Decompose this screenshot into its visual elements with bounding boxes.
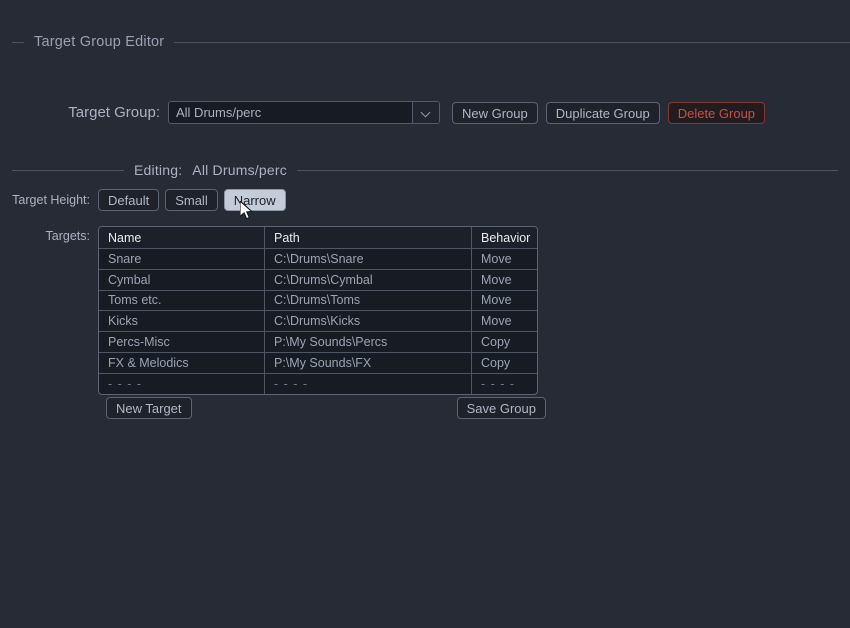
targets-label: Targets: — [0, 226, 98, 243]
cell-name[interactable]: Cymbal — [99, 270, 265, 290]
new-group-button[interactable]: New Group — [452, 102, 538, 124]
editing-rule-right — [297, 170, 838, 171]
target-group-selected-value: All Drums/perc — [169, 102, 412, 123]
cell-name[interactable]: Percs-Misc — [99, 332, 265, 352]
editing-label: Editing: — [134, 162, 182, 178]
group-action-buttons: New Group Duplicate Group Delete Group — [452, 102, 765, 124]
table-row[interactable]: Toms etc. C:\Drums\Toms Move — [99, 291, 537, 312]
target-height-button-group: Default Small Narrow — [98, 189, 286, 211]
table-row[interactable]: Cymbal C:\Drums\Cymbal Move — [99, 270, 537, 291]
column-header-name: Name — [99, 227, 265, 248]
cell-behavior[interactable]: Move — [472, 249, 537, 269]
editing-group-name: All Drums/perc — [192, 162, 287, 178]
duplicate-group-button[interactable]: Duplicate Group — [546, 102, 660, 124]
cell-name[interactable]: Snare — [99, 249, 265, 269]
column-header-path: Path — [265, 227, 472, 248]
table-row[interactable]: FX & Melodics P:\My Sounds\FX Copy — [99, 353, 537, 374]
editing-rule-left — [12, 170, 124, 171]
cell-path[interactable]: - - - - — [265, 374, 472, 394]
target-height-label: Target Height: — [0, 193, 98, 207]
cell-path[interactable]: C:\Drums\Cymbal — [265, 270, 472, 290]
cell-name[interactable]: Kicks — [99, 311, 265, 331]
target-height-small-button[interactable]: Small — [165, 189, 218, 211]
cell-behavior[interactable]: Move — [472, 270, 537, 290]
page-title: Target Group Editor — [34, 34, 164, 50]
section-header-target-group-editor: Target Group Editor — [0, 34, 850, 50]
cell-behavior[interactable]: Copy — [472, 332, 537, 352]
cell-behavior[interactable]: - - - - — [472, 374, 537, 394]
targets-table: Name Path Behavior Snare C:\Drums\Snare … — [98, 226, 538, 395]
target-height-row: Target Height: Default Small Narrow — [0, 189, 286, 211]
target-group-row: Target Group: All Drums/perc — [0, 101, 440, 124]
delete-group-button[interactable]: Delete Group — [668, 102, 765, 124]
table-header-row: Name Path Behavior — [99, 227, 537, 249]
header-rule-left — [12, 42, 24, 43]
cell-path[interactable]: P:\My Sounds\Percs — [265, 332, 472, 352]
save-group-button[interactable]: Save Group — [457, 397, 546, 419]
cell-name[interactable]: FX & Melodics — [99, 353, 265, 373]
table-row[interactable]: Snare C:\Drums\Snare Move — [99, 249, 537, 270]
target-height-default-button[interactable]: Default — [98, 189, 159, 211]
cell-path[interactable]: C:\Drums\Kicks — [265, 311, 472, 331]
cell-name[interactable]: Toms etc. — [99, 291, 265, 311]
table-row[interactable]: Kicks C:\Drums\Kicks Move — [99, 311, 537, 332]
footer-buttons: New Target Save Group — [106, 397, 546, 419]
targets-row: Targets: Name Path Behavior Snare C:\Dru… — [0, 226, 538, 395]
cell-behavior[interactable]: Move — [472, 291, 537, 311]
cell-path[interactable]: P:\My Sounds\FX — [265, 353, 472, 373]
cell-name[interactable]: - - - - — [99, 374, 265, 394]
new-target-button[interactable]: New Target — [106, 397, 192, 419]
chevron-down-icon[interactable] — [412, 102, 439, 123]
column-header-behavior: Behavior — [472, 227, 537, 248]
table-row-empty[interactable]: - - - - - - - - - - - - — [99, 374, 537, 394]
section-header-editing: Editing: All Drums/perc — [0, 162, 850, 178]
table-row[interactable]: Percs-Misc P:\My Sounds\Percs Copy — [99, 332, 537, 353]
cell-path[interactable]: C:\Drums\Toms — [265, 291, 472, 311]
target-group-select[interactable]: All Drums/perc — [168, 101, 440, 124]
cell-path[interactable]: C:\Drums\Snare — [265, 249, 472, 269]
cell-behavior[interactable]: Copy — [472, 353, 537, 373]
header-rule-right — [174, 42, 850, 43]
target-height-narrow-button[interactable]: Narrow — [224, 189, 286, 211]
target-group-label: Target Group: — [0, 104, 168, 121]
cell-behavior[interactable]: Move — [472, 311, 537, 331]
